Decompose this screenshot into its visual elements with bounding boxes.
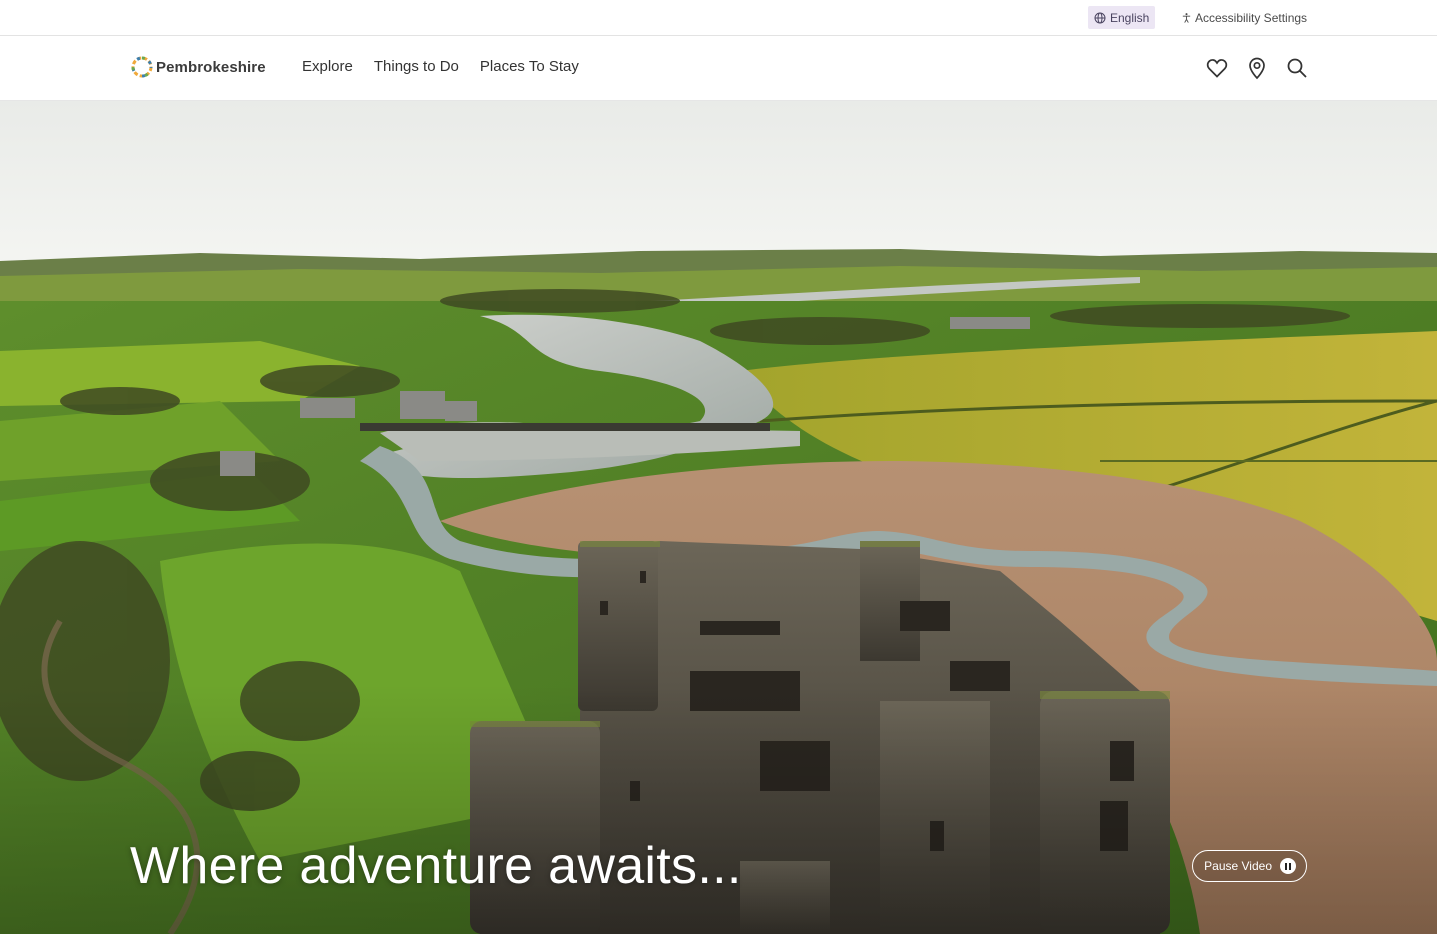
utility-bar: English Accessibility Settings	[0, 0, 1437, 36]
main-nav: Explore Things to Do Places To Stay	[302, 58, 579, 75]
globe-icon	[1094, 12, 1106, 23]
pause-icon	[1280, 858, 1296, 874]
pause-video-button[interactable]: Pause Video	[1192, 850, 1307, 882]
pause-video-label: Pause Video	[1204, 859, 1272, 873]
accessibility-settings-link[interactable]: Accessibility Settings	[1181, 6, 1307, 29]
logo-emblem-icon	[131, 56, 153, 78]
logo-text: Pembrokeshire	[156, 58, 266, 76]
site-logo[interactable]: Pembrokeshire	[131, 56, 266, 78]
map-pin-icon[interactable]	[1245, 56, 1269, 80]
language-label: English	[1110, 10, 1150, 25]
heart-icon[interactable]	[1205, 56, 1229, 80]
nav-things-to-do[interactable]: Things to Do	[374, 58, 459, 75]
nav-explore[interactable]: Explore	[302, 58, 353, 75]
nav-places-to-stay[interactable]: Places To Stay	[480, 58, 579, 75]
accessibility-label: Accessibility Settings	[1195, 10, 1308, 25]
accessibility-icon	[1182, 12, 1191, 23]
search-icon[interactable]	[1285, 56, 1309, 80]
hero-headline: Where adventure awaits...	[130, 837, 742, 895]
hero-video-frame	[0, 101, 1437, 934]
hero-video: Where adventure awaits... Pause Video	[0, 101, 1437, 934]
header-icons	[1205, 56, 1309, 80]
main-header: Pembrokeshire Explore Things to Do Place…	[0, 36, 1437, 101]
language-selector[interactable]: English	[1088, 6, 1156, 29]
